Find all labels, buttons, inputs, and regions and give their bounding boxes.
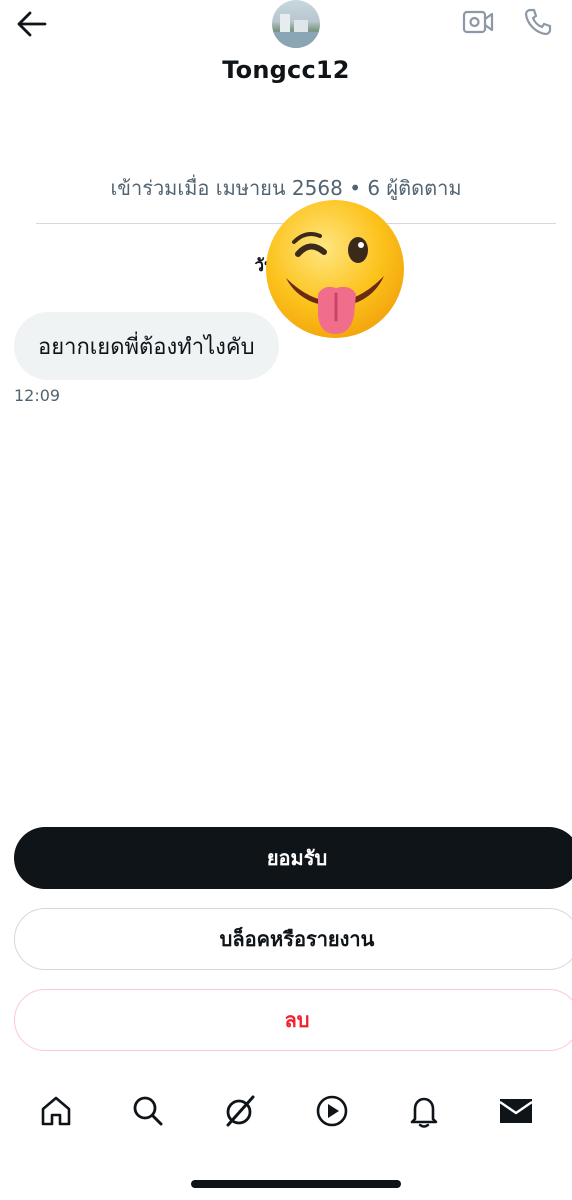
message-text: อยากเยดพี่ต้องทำไงคับ (38, 334, 255, 360)
nav-home[interactable] (32, 1087, 80, 1135)
search-icon (133, 1096, 163, 1126)
delete-button[interactable]: ลบ (14, 989, 572, 1051)
home-icon (41, 1096, 71, 1126)
accept-button[interactable]: ยอมรับ (14, 827, 572, 889)
message-time: 12:09 (14, 386, 61, 405)
message-bubble[interactable]: อยากเยดพี่ต้องทำไงคับ (14, 312, 279, 380)
video-camera-icon (462, 10, 494, 34)
nav-messages[interactable] (492, 1087, 540, 1135)
video-call-button[interactable] (462, 6, 494, 38)
bottom-nav (0, 1080, 572, 1142)
bell-icon (410, 1097, 438, 1128)
home-indicator (191, 1180, 401, 1188)
nav-video[interactable] (308, 1087, 356, 1135)
video-play-icon (316, 1095, 348, 1127)
back-button[interactable] (14, 6, 50, 42)
avatar[interactable] (272, 0, 320, 48)
nav-search[interactable] (124, 1087, 172, 1135)
nav-notifications[interactable] (400, 1087, 448, 1135)
username: Tongcc12 (222, 56, 350, 84)
winking-tongue-emoji-icon (266, 200, 404, 338)
phone-icon (524, 8, 552, 36)
voice-call-button[interactable] (522, 6, 554, 38)
grok-icon (226, 1095, 255, 1127)
arrow-left-icon (17, 11, 47, 37)
mail-icon (499, 1099, 533, 1123)
block-or-report-button[interactable]: บล็อคหรือรายงาน (14, 908, 572, 970)
nav-grok[interactable] (216, 1087, 264, 1135)
